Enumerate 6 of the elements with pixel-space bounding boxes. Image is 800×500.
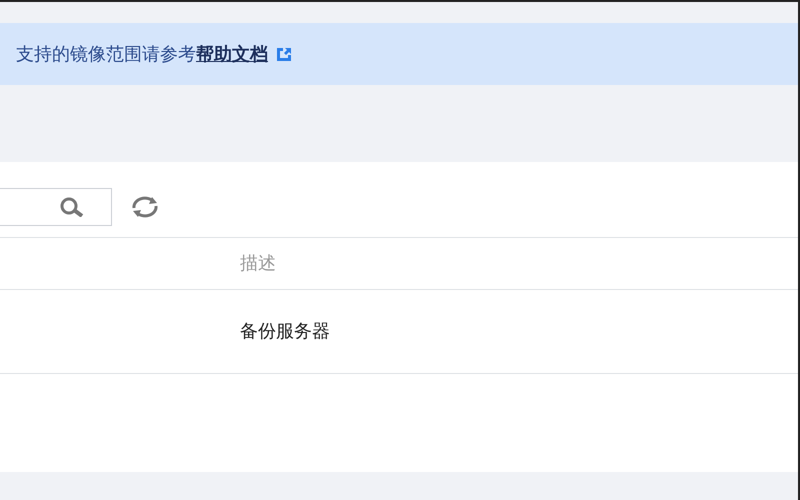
table-cell-text: 备份服务器 bbox=[239, 320, 330, 344]
notice-text: 支持的镜像范围请参考 bbox=[16, 42, 196, 66]
help-link[interactable]: 帮助文档 bbox=[196, 40, 268, 68]
search-field[interactable] bbox=[0, 188, 112, 226]
column-header: 描述 bbox=[239, 252, 276, 276]
external-link-icon[interactable] bbox=[276, 46, 292, 62]
